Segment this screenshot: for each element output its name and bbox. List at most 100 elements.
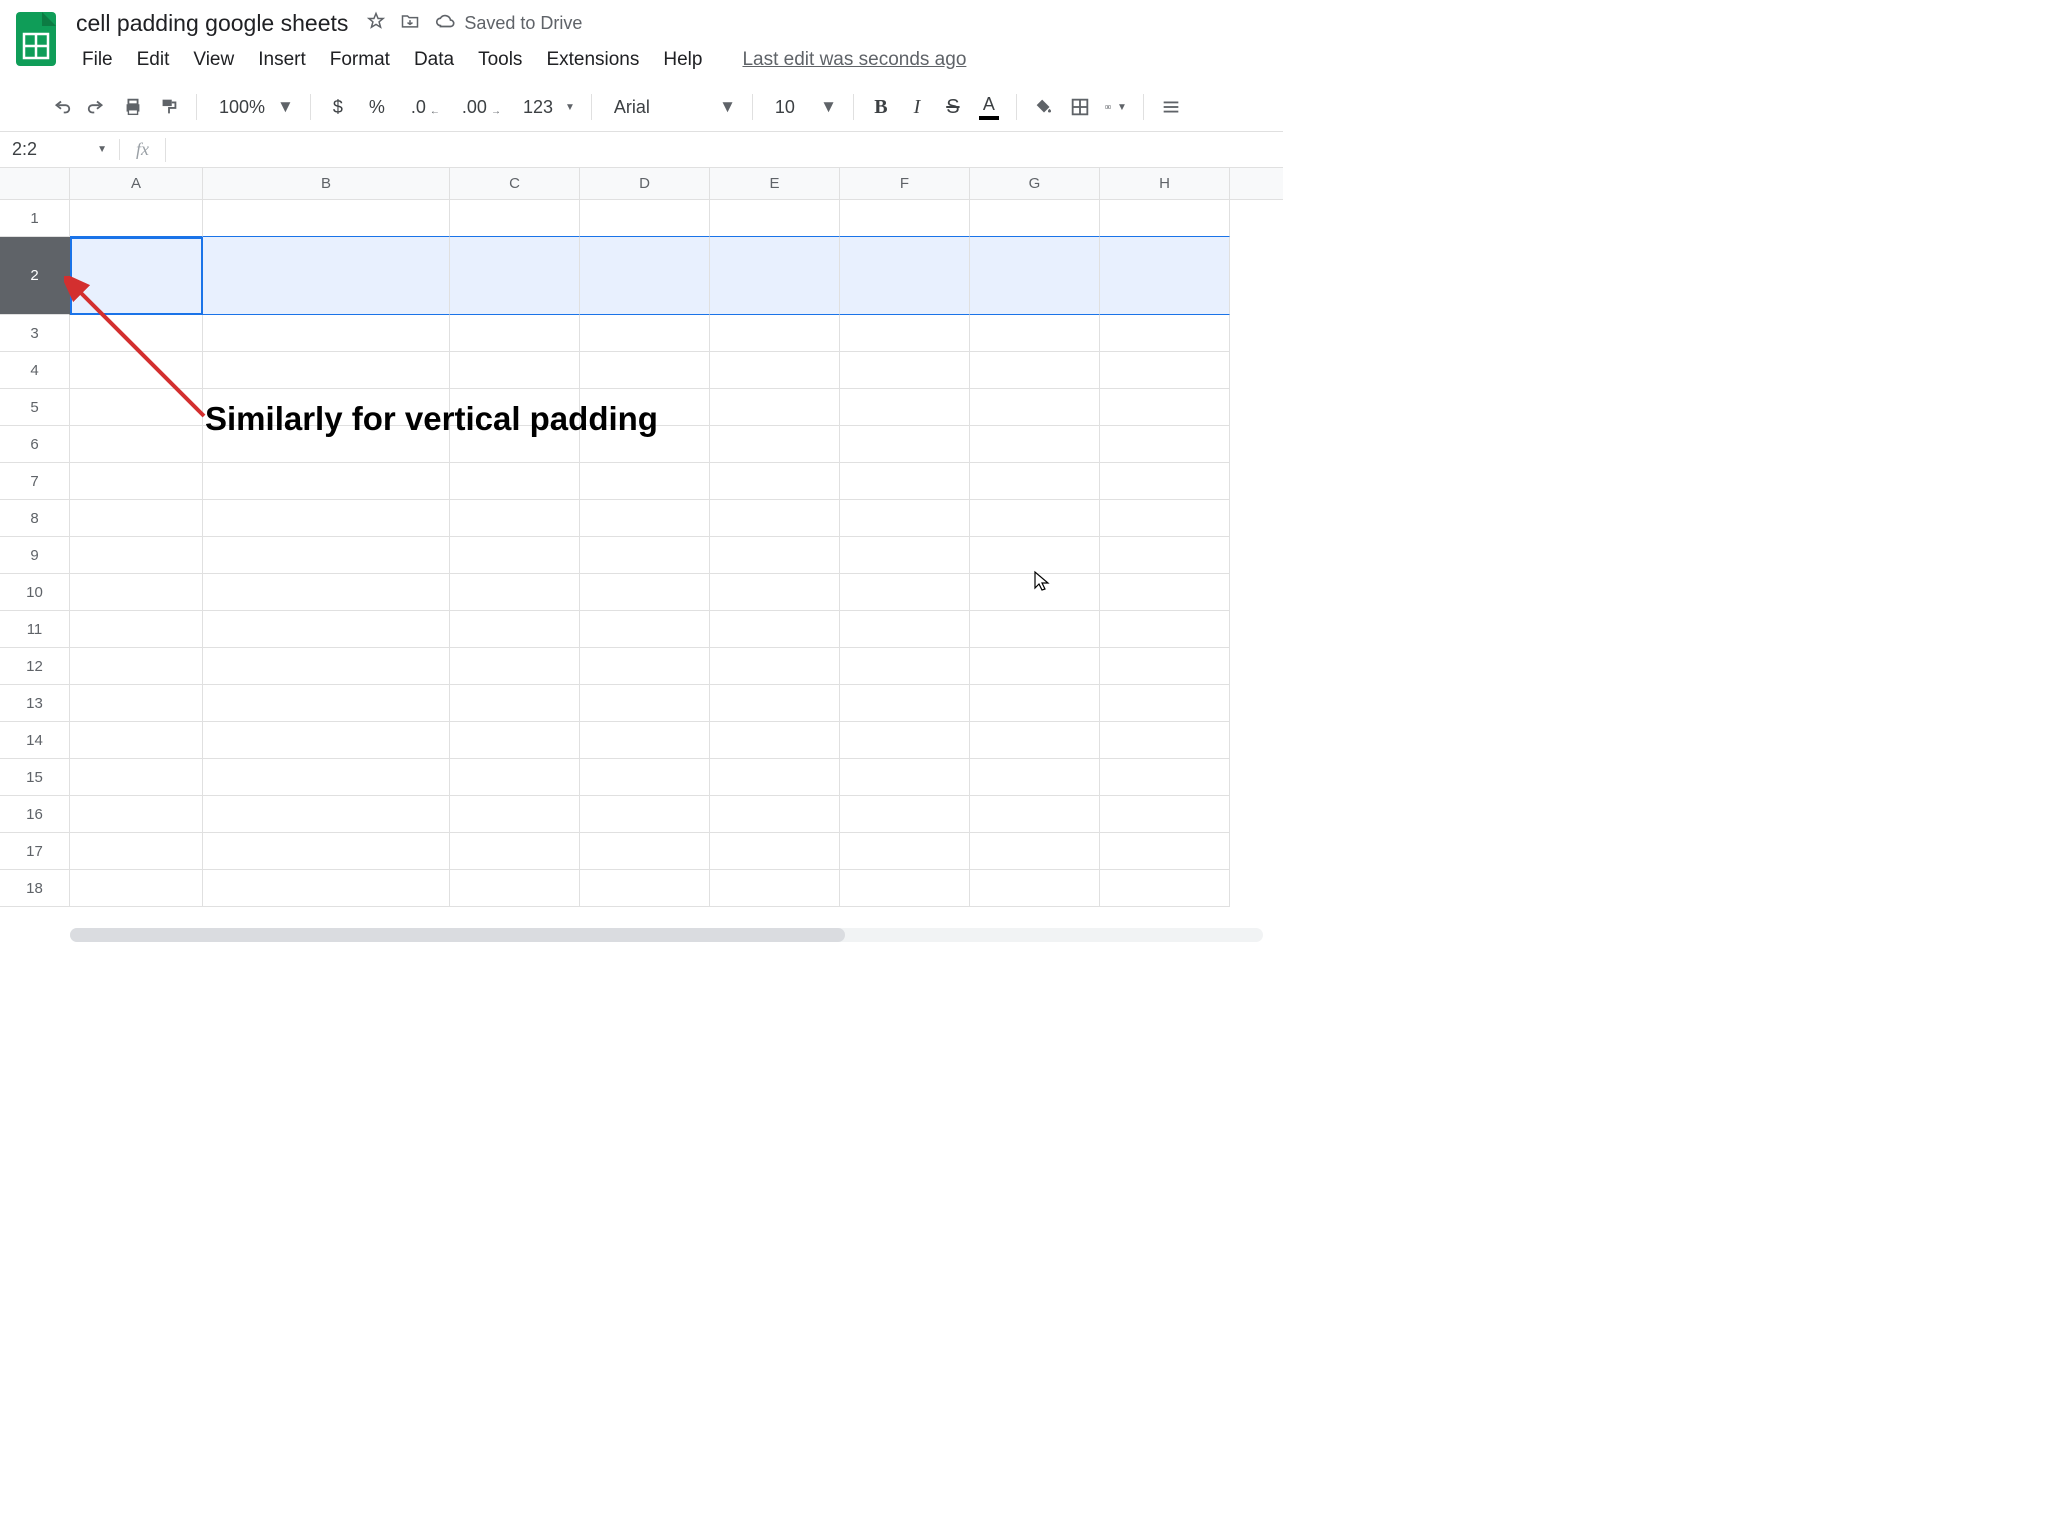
cell-H12[interactable] — [1100, 648, 1230, 685]
cell-E4[interactable] — [710, 352, 840, 389]
cell-D10[interactable] — [580, 574, 710, 611]
cell-H14[interactable] — [1100, 722, 1230, 759]
cell-A5[interactable] — [70, 389, 203, 426]
cell-C2[interactable] — [450, 237, 580, 315]
row-header-5[interactable]: 5 — [0, 389, 70, 426]
cell-F12[interactable] — [840, 648, 970, 685]
cell-B9[interactable] — [203, 537, 450, 574]
cell-F14[interactable] — [840, 722, 970, 759]
cell-A7[interactable] — [70, 463, 203, 500]
cell-B14[interactable] — [203, 722, 450, 759]
cell-E16[interactable] — [710, 796, 840, 833]
cell-C12[interactable] — [450, 648, 580, 685]
menu-file[interactable]: File — [72, 43, 123, 77]
menu-view[interactable]: View — [183, 43, 244, 77]
row-header-16[interactable]: 16 — [0, 796, 70, 833]
row-header-13[interactable]: 13 — [0, 685, 70, 722]
cell-F11[interactable] — [840, 611, 970, 648]
cell-G6[interactable] — [970, 426, 1100, 463]
format-percent-button[interactable]: % — [357, 89, 397, 125]
cell-D2[interactable] — [580, 237, 710, 315]
cell-G12[interactable] — [970, 648, 1100, 685]
cell-F9[interactable] — [840, 537, 970, 574]
cell-B10[interactable] — [203, 574, 450, 611]
cell-C14[interactable] — [450, 722, 580, 759]
cell-D12[interactable] — [580, 648, 710, 685]
increase-decimal-button[interactable]: .00→ — [450, 89, 509, 125]
select-all-corner[interactable] — [0, 168, 70, 199]
cell-E10[interactable] — [710, 574, 840, 611]
cell-C11[interactable] — [450, 611, 580, 648]
cell-H18[interactable] — [1100, 870, 1230, 907]
cell-E13[interactable] — [710, 685, 840, 722]
column-header-h[interactable]: H — [1100, 168, 1230, 199]
text-color-button[interactable]: A — [972, 89, 1006, 125]
cell-B16[interactable] — [203, 796, 450, 833]
cell-B2[interactable] — [203, 237, 450, 315]
cell-H4[interactable] — [1100, 352, 1230, 389]
column-header-f[interactable]: F — [840, 168, 970, 199]
move-to-folder-icon[interactable] — [400, 11, 420, 36]
redo-button[interactable] — [80, 89, 114, 125]
cell-G9[interactable] — [970, 537, 1100, 574]
cell-A14[interactable] — [70, 722, 203, 759]
cell-F16[interactable] — [840, 796, 970, 833]
cell-F15[interactable] — [840, 759, 970, 796]
row-header-6[interactable]: 6 — [0, 426, 70, 463]
cell-E9[interactable] — [710, 537, 840, 574]
cell-D18[interactable] — [580, 870, 710, 907]
row-header-3[interactable]: 3 — [0, 315, 70, 352]
cell-F1[interactable] — [840, 200, 970, 237]
cell-E2[interactable] — [710, 237, 840, 315]
cell-E8[interactable] — [710, 500, 840, 537]
strikethrough-button[interactable]: S — [936, 89, 970, 125]
print-button[interactable] — [116, 89, 150, 125]
decrease-decimal-button[interactable]: .0← — [399, 89, 448, 125]
cell-C3[interactable] — [450, 315, 580, 352]
save-status[interactable]: Saved to Drive — [434, 10, 582, 37]
column-header-g[interactable]: G — [970, 168, 1100, 199]
cell-F17[interactable] — [840, 833, 970, 870]
cell-A9[interactable] — [70, 537, 203, 574]
cell-H15[interactable] — [1100, 759, 1230, 796]
column-header-b[interactable]: B — [203, 168, 450, 199]
font-dropdown[interactable]: Arial▼ — [602, 89, 742, 125]
cell-E15[interactable] — [710, 759, 840, 796]
row-header-1[interactable]: 1 — [0, 200, 70, 237]
cell-D1[interactable] — [580, 200, 710, 237]
cell-G1[interactable] — [970, 200, 1100, 237]
cell-E5[interactable] — [710, 389, 840, 426]
cell-D11[interactable] — [580, 611, 710, 648]
cell-G18[interactable] — [970, 870, 1100, 907]
row-header-14[interactable]: 14 — [0, 722, 70, 759]
cell-D15[interactable] — [580, 759, 710, 796]
last-edit-link[interactable]: Last edit was seconds ago — [732, 43, 976, 77]
column-header-a[interactable]: A — [70, 168, 203, 199]
cell-A12[interactable] — [70, 648, 203, 685]
formula-input[interactable] — [166, 132, 1283, 167]
cell-E11[interactable] — [710, 611, 840, 648]
cell-H10[interactable] — [1100, 574, 1230, 611]
cell-C10[interactable] — [450, 574, 580, 611]
sheets-logo[interactable] — [12, 8, 60, 70]
undo-button[interactable] — [44, 89, 78, 125]
cell-D4[interactable] — [580, 352, 710, 389]
cell-E14[interactable] — [710, 722, 840, 759]
cell-D9[interactable] — [580, 537, 710, 574]
cell-E3[interactable] — [710, 315, 840, 352]
cell-F3[interactable] — [840, 315, 970, 352]
cell-D14[interactable] — [580, 722, 710, 759]
cell-G14[interactable] — [970, 722, 1100, 759]
menu-tools[interactable]: Tools — [468, 43, 532, 77]
menu-format[interactable]: Format — [320, 43, 400, 77]
cell-B1[interactable] — [203, 200, 450, 237]
cell-D17[interactable] — [580, 833, 710, 870]
cell-H1[interactable] — [1100, 200, 1230, 237]
cell-B7[interactable] — [203, 463, 450, 500]
cell-G17[interactable] — [970, 833, 1100, 870]
cell-B17[interactable] — [203, 833, 450, 870]
cell-B13[interactable] — [203, 685, 450, 722]
cell-H3[interactable] — [1100, 315, 1230, 352]
cell-D13[interactable] — [580, 685, 710, 722]
horizontal-scrollbar[interactable] — [70, 928, 1263, 942]
